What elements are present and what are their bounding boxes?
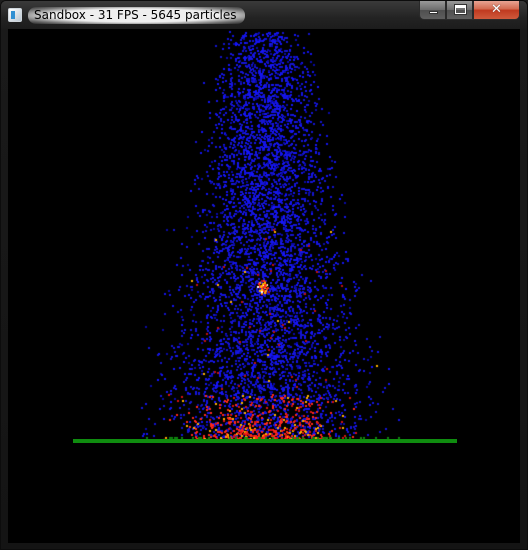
maximize-button[interactable] bbox=[446, 1, 473, 20]
maximize-icon bbox=[455, 5, 466, 14]
app-window: Sandbox - 31 FPS - 5645 particles ✕ bbox=[0, 0, 528, 550]
ground-platform bbox=[73, 439, 457, 443]
close-button[interactable]: ✕ bbox=[473, 1, 520, 20]
minimize-icon bbox=[429, 11, 438, 14]
particle-canvas[interactable] bbox=[8, 29, 520, 543]
title-bar[interactable]: Sandbox - 31 FPS - 5645 particles ✕ bbox=[1, 1, 527, 29]
caption-buttons: ✕ bbox=[419, 1, 520, 20]
simulation-viewport[interactable] bbox=[8, 29, 520, 543]
window-title: Sandbox - 31 FPS - 5645 particles bbox=[28, 7, 245, 24]
minimize-button[interactable] bbox=[419, 1, 446, 20]
window-icon[interactable] bbox=[8, 8, 22, 22]
close-icon: ✕ bbox=[491, 2, 502, 17]
